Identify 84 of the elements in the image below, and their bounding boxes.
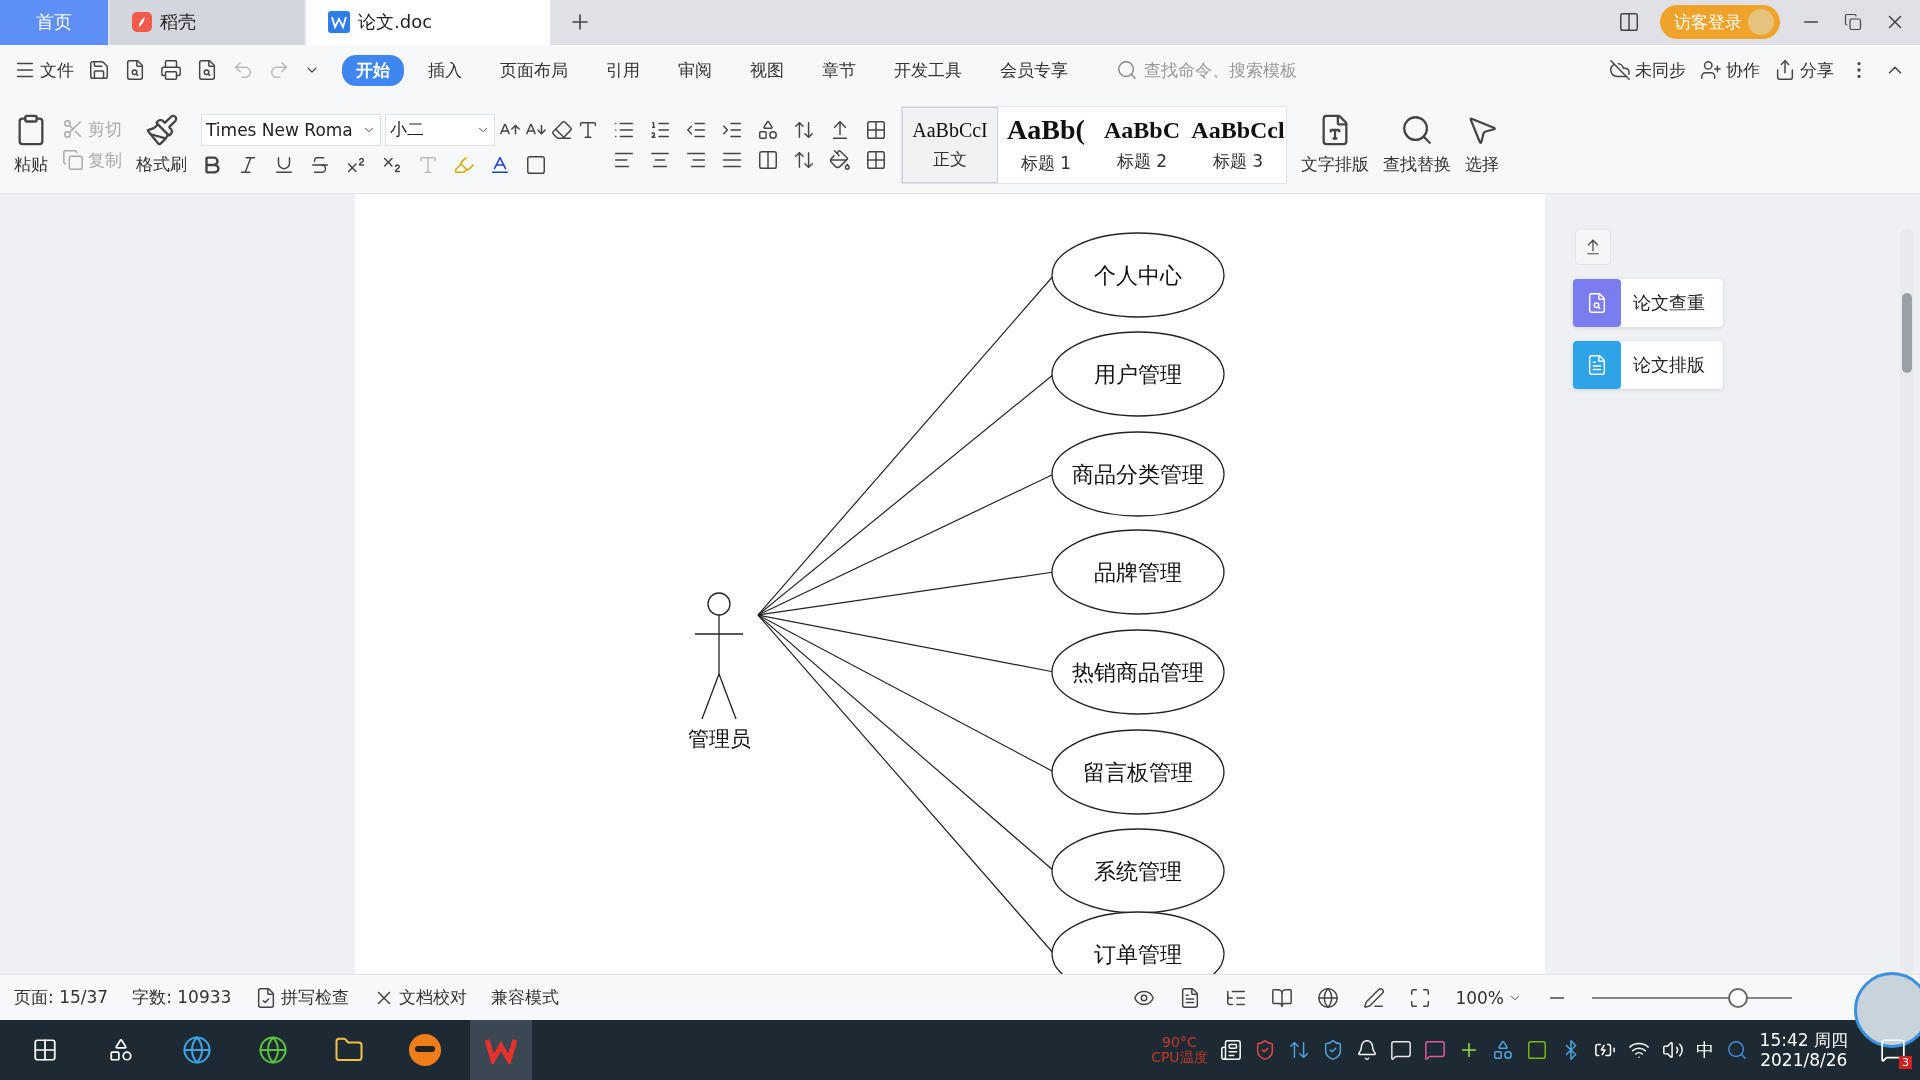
- windows-start-icon[interactable]: [32, 1037, 58, 1063]
- paste-button[interactable]: 粘贴: [14, 113, 48, 177]
- cloud-icon[interactable]: [1609, 59, 1631, 82]
- reading-view-icon[interactable]: [1271, 986, 1294, 1009]
- browser-icon[interactable]: [258, 1035, 288, 1065]
- print-preview-icon[interactable]: [124, 59, 146, 82]
- file-icon: [1586, 354, 1608, 377]
- add-user-icon[interactable]: [1700, 59, 1722, 82]
- command-search-field[interactable]: 查找命令、搜索模板: [1142, 59, 1326, 82]
- file-menu[interactable]: 文件: [14, 58, 74, 82]
- zoom-slider-thumb[interactable]: [1728, 987, 1748, 1008]
- preview-icon[interactable]: [196, 59, 218, 82]
- actor-label: 管理员: [687, 727, 751, 752]
- app-icon[interactable]: [1491, 1039, 1514, 1061]
- volume-icon[interactable]: [1661, 1039, 1684, 1061]
- browser-icon[interactable]: [182, 1035, 212, 1065]
- side-tool-button[interactable]: 论文排版: [1573, 341, 1723, 390]
- use-case-label: 个人中心: [1094, 263, 1182, 289]
- header-action-button[interactable]: 分享: [1774, 58, 1834, 82]
- page-count: 页面: 15/37: [14, 986, 109, 1010]
- proofread-button[interactable]: 文档校对: [373, 986, 468, 1010]
- cpu-temperature: 90°C: [1162, 1034, 1197, 1050]
- use-case-label: 品牌管理: [1094, 560, 1182, 586]
- news-icon[interactable]: [1219, 1039, 1242, 1061]
- font-size-select[interactable]: 小二: [385, 113, 495, 146]
- word-count: 字数: 10933: [132, 986, 232, 1010]
- scrollbar-thumb[interactable]: [1902, 293, 1912, 374]
- avatar-icon: [1748, 9, 1774, 36]
- ribbon-tab[interactable]: 审阅: [664, 54, 726, 86]
- clock[interactable]: 15:42 周四 2021/8/26: [1759, 1029, 1848, 1071]
- borders-icon[interactable]: [865, 148, 887, 171]
- use-case-label: 热销商品管理: [1072, 660, 1204, 686]
- select-button[interactable]: 选择: [1465, 113, 1499, 177]
- use-case-label: 用户管理: [1094, 362, 1182, 388]
- zoom-select[interactable]: 100%: [1455, 987, 1522, 1008]
- file-icon: [1586, 292, 1608, 315]
- restore-icon[interactable]: [1844, 13, 1862, 32]
- word-document-icon: [328, 11, 350, 34]
- header-action-button[interactable]: 协作: [1700, 58, 1760, 82]
- side-tool-button[interactable]: 论文查重: [1573, 279, 1723, 328]
- ribbon-tab[interactable]: 页面布局: [486, 54, 582, 86]
- web-view-icon[interactable]: [1317, 986, 1340, 1009]
- share-icon[interactable]: [1774, 59, 1796, 82]
- search-icon[interactable]: [1725, 1039, 1748, 1061]
- spell-check-button[interactable]: 拼写检查: [255, 986, 350, 1010]
- use-case-label: 留言板管理: [1083, 760, 1193, 786]
- input-method-indicator[interactable]: 中: [1695, 1038, 1714, 1062]
- ribbon-tab[interactable]: 会员专享: [986, 54, 1082, 86]
- character-border-icon[interactable]: [525, 153, 547, 176]
- chat-icon[interactable]: [1389, 1039, 1412, 1061]
- use-case-label: 订单管理: [1094, 942, 1182, 968]
- font-select[interactable]: Times New Roma: [201, 113, 381, 146]
- compatibility-mode: 兼容模式: [491, 986, 560, 1010]
- save-icon[interactable]: [88, 59, 110, 82]
- fit-page-icon[interactable]: [1409, 986, 1432, 1009]
- use-case-label: 系统管理: [1094, 859, 1182, 885]
- header-action-button[interactable]: 未同步: [1609, 58, 1686, 82]
- style-preset[interactable]: AaBbCcI 正文: [902, 106, 998, 183]
- ribbon-tab[interactable]: 视图: [736, 54, 798, 86]
- format-painter-button[interactable]: 格式刷: [136, 113, 187, 177]
- transfer-icon[interactable]: [1287, 1039, 1310, 1061]
- ribbon-tab[interactable]: 开发工具: [880, 54, 976, 86]
- edit-icon[interactable]: [1363, 986, 1386, 1009]
- document-tab[interactable]: 论文.doc: [306, 0, 550, 45]
- docer-logo-icon: [132, 12, 152, 33]
- ribbon-tab[interactable]: 引用: [592, 54, 654, 86]
- cpu-temperature-label: CPU温度: [1151, 1050, 1208, 1066]
- clear-format-icon[interactable]: [551, 118, 573, 141]
- find-replace-button[interactable]: 查找替换: [1383, 113, 1451, 177]
- collapse-panel-button[interactable]: [1575, 229, 1611, 266]
- ribbon-tab[interactable]: 开始: [342, 54, 404, 86]
- ribbon-tab[interactable]: 章节: [808, 54, 870, 86]
- shading-icon[interactable]: [829, 148, 851, 171]
- document-tab[interactable]: 稻壳: [110, 0, 304, 45]
- scrollbar[interactable]: [1900, 229, 1914, 975]
- print-icon[interactable]: [160, 59, 182, 82]
- text-layout-button[interactable]: 文字排版: [1301, 113, 1369, 177]
- window-layout-icon[interactable]: [1618, 11, 1640, 34]
- notification-count: 3: [1899, 1056, 1912, 1069]
- use-case-label: 商品分类管理: [1072, 462, 1204, 488]
- ribbon-tab[interactable]: 插入: [414, 54, 476, 86]
- app-icon[interactable]: [408, 1033, 442, 1067]
- paintbrush-icon[interactable]: [144, 113, 179, 148]
- bell-icon[interactable]: [1355, 1039, 1378, 1061]
